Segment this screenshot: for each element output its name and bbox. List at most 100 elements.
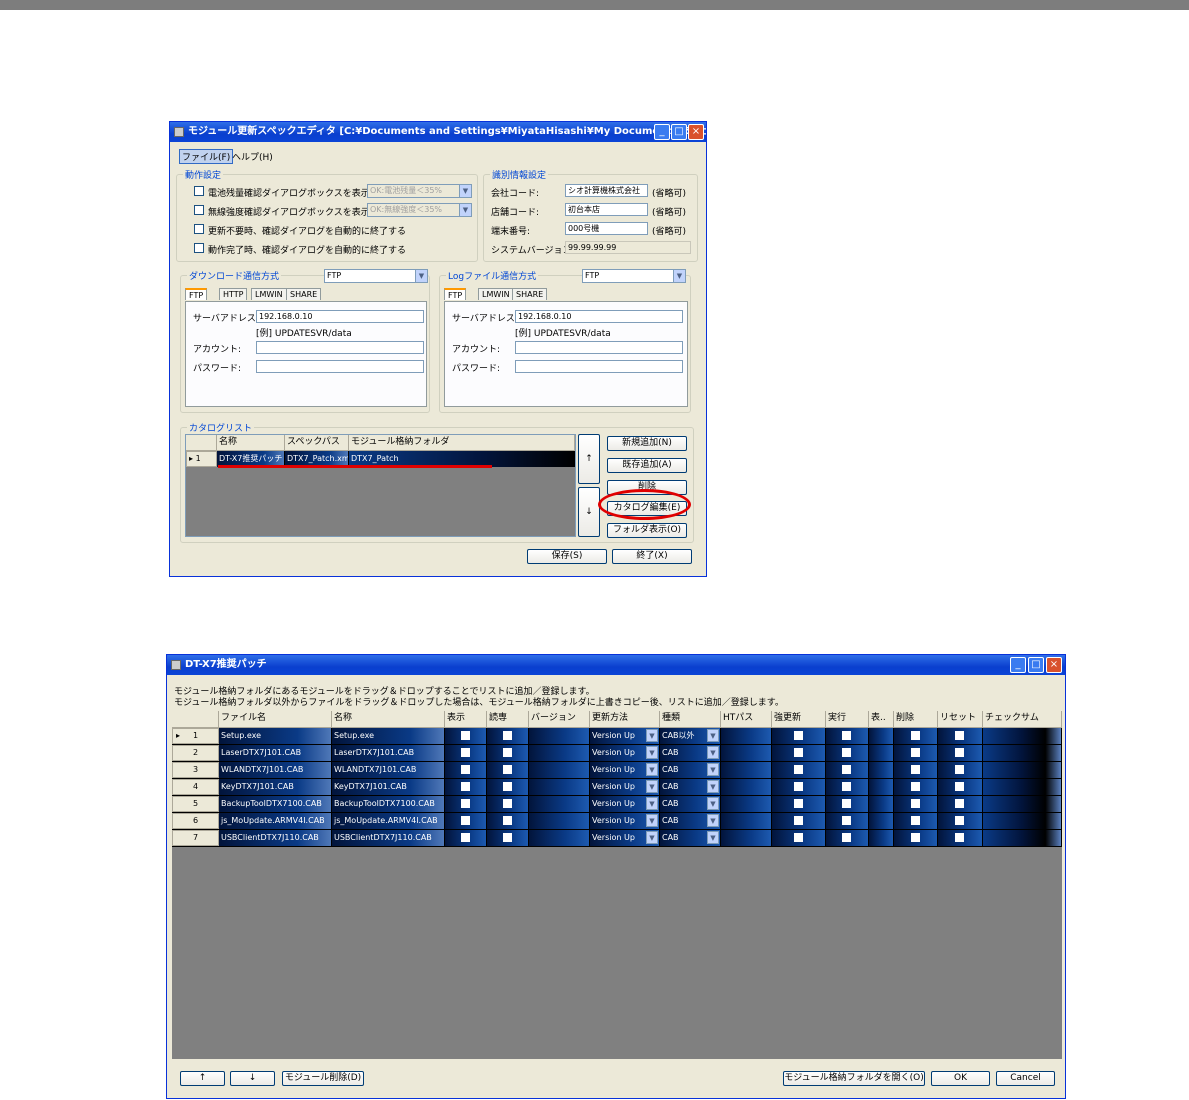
chevron-down-icon[interactable]: ▼ <box>707 780 719 793</box>
cell-method[interactable]: Version Up ▼ <box>590 745 660 761</box>
checkbox[interactable] <box>955 782 964 791</box>
checkbox[interactable] <box>461 765 470 774</box>
checkbox[interactable] <box>911 765 920 774</box>
checkbox[interactable] <box>955 799 964 808</box>
cell-version[interactable] <box>529 728 590 744</box>
wireless-checkbox[interactable] <box>194 205 204 215</box>
minimize-icon[interactable]: _ <box>1010 657 1026 673</box>
tab-log-lmwin[interactable]: LMWIN <box>478 288 514 300</box>
log-method-select[interactable]: FTP ▼ <box>582 269 686 283</box>
checkbox[interactable] <box>955 765 964 774</box>
checkbox[interactable] <box>911 748 920 757</box>
checkbox[interactable] <box>794 782 803 791</box>
dl-account-input[interactable] <box>256 341 424 354</box>
cell-method[interactable]: Version Up ▼ <box>590 813 660 829</box>
tab-dl-ftp[interactable]: FTP <box>185 288 208 300</box>
cell-force[interactable] <box>772 745 826 761</box>
cell-htpath[interactable] <box>721 796 772 812</box>
cell-display[interactable] <box>445 813 487 829</box>
cell-version[interactable] <box>529 762 590 778</box>
tab-dl-lmwin[interactable]: LMWIN <box>251 288 287 300</box>
company-code-input[interactable]: シオ計算機株式会社 <box>565 184 648 197</box>
cell-delete[interactable] <box>894 813 938 829</box>
checkbox[interactable] <box>461 833 470 842</box>
cell-reset[interactable] <box>938 779 983 795</box>
checkbox[interactable] <box>461 748 470 757</box>
cell-show[interactable] <box>869 779 894 795</box>
checkbox[interactable] <box>794 799 803 808</box>
chevron-down-icon[interactable]: ▼ <box>707 814 719 827</box>
cell-checksum[interactable] <box>983 796 1062 812</box>
table-row[interactable]: 5 BackupToolDTX7100.CAB BackupToolDTX7100.… <box>172 796 1062 813</box>
chevron-down-icon[interactable]: ▼ <box>646 780 658 793</box>
cell-readonly[interactable] <box>487 745 529 761</box>
cell-reset[interactable] <box>938 813 983 829</box>
cell-checksum[interactable] <box>983 830 1062 846</box>
cell-method[interactable]: Version Up ▼ <box>590 779 660 795</box>
cell-file[interactable]: js_MoUpdate.ARMV4I.CAB <box>219 813 332 829</box>
cell-delete[interactable] <box>894 728 938 744</box>
cell-readonly[interactable] <box>487 728 529 744</box>
checkbox[interactable] <box>842 782 851 791</box>
menu-help[interactable]: ヘルプ(H) <box>232 150 273 163</box>
cell-kind[interactable]: CAB ▼ <box>660 830 721 846</box>
chevron-down-icon[interactable]: ▼ <box>646 729 658 742</box>
checkbox[interactable] <box>461 782 470 791</box>
cell-method[interactable]: Version Up ▼ <box>590 728 660 744</box>
checkbox[interactable] <box>794 731 803 740</box>
store-code-input[interactable]: 初台本店 <box>565 203 648 216</box>
cell-name[interactable]: LaserDTX7J101.CAB <box>332 745 445 761</box>
move-up-button[interactable]: ↑ <box>180 1071 225 1086</box>
cell-file[interactable]: BackupToolDTX7100.CAB <box>219 796 332 812</box>
checkbox[interactable] <box>842 748 851 757</box>
cell-exec[interactable] <box>826 830 869 846</box>
cell-file[interactable]: LaserDTX7J101.CAB <box>219 745 332 761</box>
close-icon[interactable]: × <box>688 124 704 140</box>
checkbox[interactable] <box>955 731 964 740</box>
checkbox[interactable] <box>794 748 803 757</box>
menu-file[interactable]: ファイル(F) <box>179 149 234 164</box>
cell-display[interactable] <box>445 830 487 846</box>
cell-exec[interactable] <box>826 779 869 795</box>
cell-show[interactable] <box>869 762 894 778</box>
table-row[interactable]: 6 js_MoUpdate.ARMV4I.CAB js_MoUpdate.ARMV4… <box>172 813 1062 830</box>
terminal-number-input[interactable]: 000号機 <box>565 222 648 235</box>
cell-delete[interactable] <box>894 745 938 761</box>
cell-name[interactable]: WLANDTX7J101.CAB <box>332 762 445 778</box>
cell-name[interactable]: js_MoUpdate.ARMV4I.CAB <box>332 813 445 829</box>
cell-kind[interactable]: CAB ▼ <box>660 762 721 778</box>
chevron-down-icon[interactable]: ▼ <box>646 814 658 827</box>
checkbox[interactable] <box>794 816 803 825</box>
checkbox[interactable] <box>911 782 920 791</box>
checkbox[interactable] <box>503 782 512 791</box>
cell-kind[interactable]: CAB ▼ <box>660 745 721 761</box>
log-server-input[interactable]: 192.168.0.10 <box>515 310 683 323</box>
chevron-down-icon[interactable]: ▼ <box>707 797 719 810</box>
cell-kind[interactable]: CAB以外 ▼ <box>660 728 721 744</box>
cell-readonly[interactable] <box>487 779 529 795</box>
cell-version[interactable] <box>529 796 590 812</box>
cell-display[interactable] <box>445 762 487 778</box>
chevron-down-icon[interactable]: ▼ <box>707 831 719 844</box>
chevron-down-icon[interactable]: ▼ <box>646 797 658 810</box>
cell-htpath[interactable] <box>721 762 772 778</box>
cell-delete[interactable] <box>894 830 938 846</box>
cell-exec[interactable] <box>826 762 869 778</box>
checkbox[interactable] <box>911 833 920 842</box>
cell-file[interactable]: KeyDTX7J101.CAB <box>219 779 332 795</box>
add-new-button[interactable]: 新規追加(N) <box>607 436 687 451</box>
cell-htpath[interactable] <box>721 745 772 761</box>
checkbox[interactable] <box>842 816 851 825</box>
add-existing-button[interactable]: 既存追加(A) <box>607 458 687 473</box>
cell-force[interactable] <box>772 728 826 744</box>
table-row[interactable]: 7 USBClientDTX7J110.CAB USBClientDTX7J110.… <box>172 830 1062 847</box>
cell-checksum[interactable] <box>983 762 1062 778</box>
cell-exec[interactable] <box>826 728 869 744</box>
maximize-icon[interactable]: □ <box>671 124 687 140</box>
delete-module-button[interactable]: モジュール削除(D) <box>282 1071 364 1086</box>
open-module-folder-button[interactable]: モジュール格納フォルダを開く(O) <box>783 1071 925 1086</box>
patch-title-bar[interactable]: DT-X7推奨パッチ <box>167 655 1065 675</box>
cell-method[interactable]: Version Up ▼ <box>590 762 660 778</box>
cell-show[interactable] <box>869 830 894 846</box>
table-row[interactable]: ▸ 1 Setup.exe Setup.exe Version Up ▼ CAB以外 ▼ <box>172 728 1062 745</box>
